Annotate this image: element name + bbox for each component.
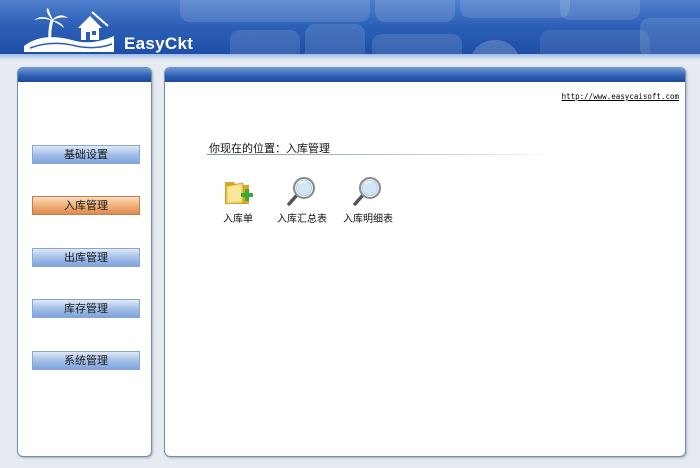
magnifier-icon xyxy=(287,177,315,206)
sidebar-item-inventory-management[interactable]: 库存管理 xyxy=(32,299,140,318)
sidebar-panel-header xyxy=(18,68,151,82)
breadcrumb-divider xyxy=(207,154,557,155)
main-panel-header xyxy=(165,68,685,82)
inbound-detail-button[interactable]: 入库明细表 xyxy=(336,174,400,225)
tool-label: 入库单 xyxy=(223,214,253,225)
tool-label: 入库明细表 xyxy=(343,214,393,225)
website-link[interactable]: http://www.easycaisoft.com xyxy=(562,92,679,101)
header-bottom-band xyxy=(0,54,700,60)
sidebar-panel: 基础设置 入库管理 出库管理 库存管理 系统管理 xyxy=(17,67,152,457)
sidebar-item-inbound-management[interactable]: 入库管理 xyxy=(32,196,140,215)
main-panel: http://www.easycaisoft.com 你现在的位置：入库管理 入… xyxy=(164,67,686,457)
sidebar-item-system-management[interactable]: 系统管理 xyxy=(32,351,140,370)
brand-name: EasyCkt xyxy=(124,34,194,53)
inbound-order-button[interactable]: 入库单 xyxy=(206,174,270,225)
app-header: EasyCkt xyxy=(0,0,700,60)
sidebar-item-outbound-management[interactable]: 出库管理 xyxy=(32,248,140,267)
inbound-summary-button[interactable]: 入库汇总表 xyxy=(270,174,334,225)
magnifier-icon xyxy=(353,177,381,206)
sidebar-item-basic-settings[interactable]: 基础设置 xyxy=(32,145,140,164)
tool-label: 入库汇总表 xyxy=(277,214,327,225)
folder-add-icon xyxy=(225,182,253,205)
island-house-logo-icon xyxy=(24,8,114,52)
